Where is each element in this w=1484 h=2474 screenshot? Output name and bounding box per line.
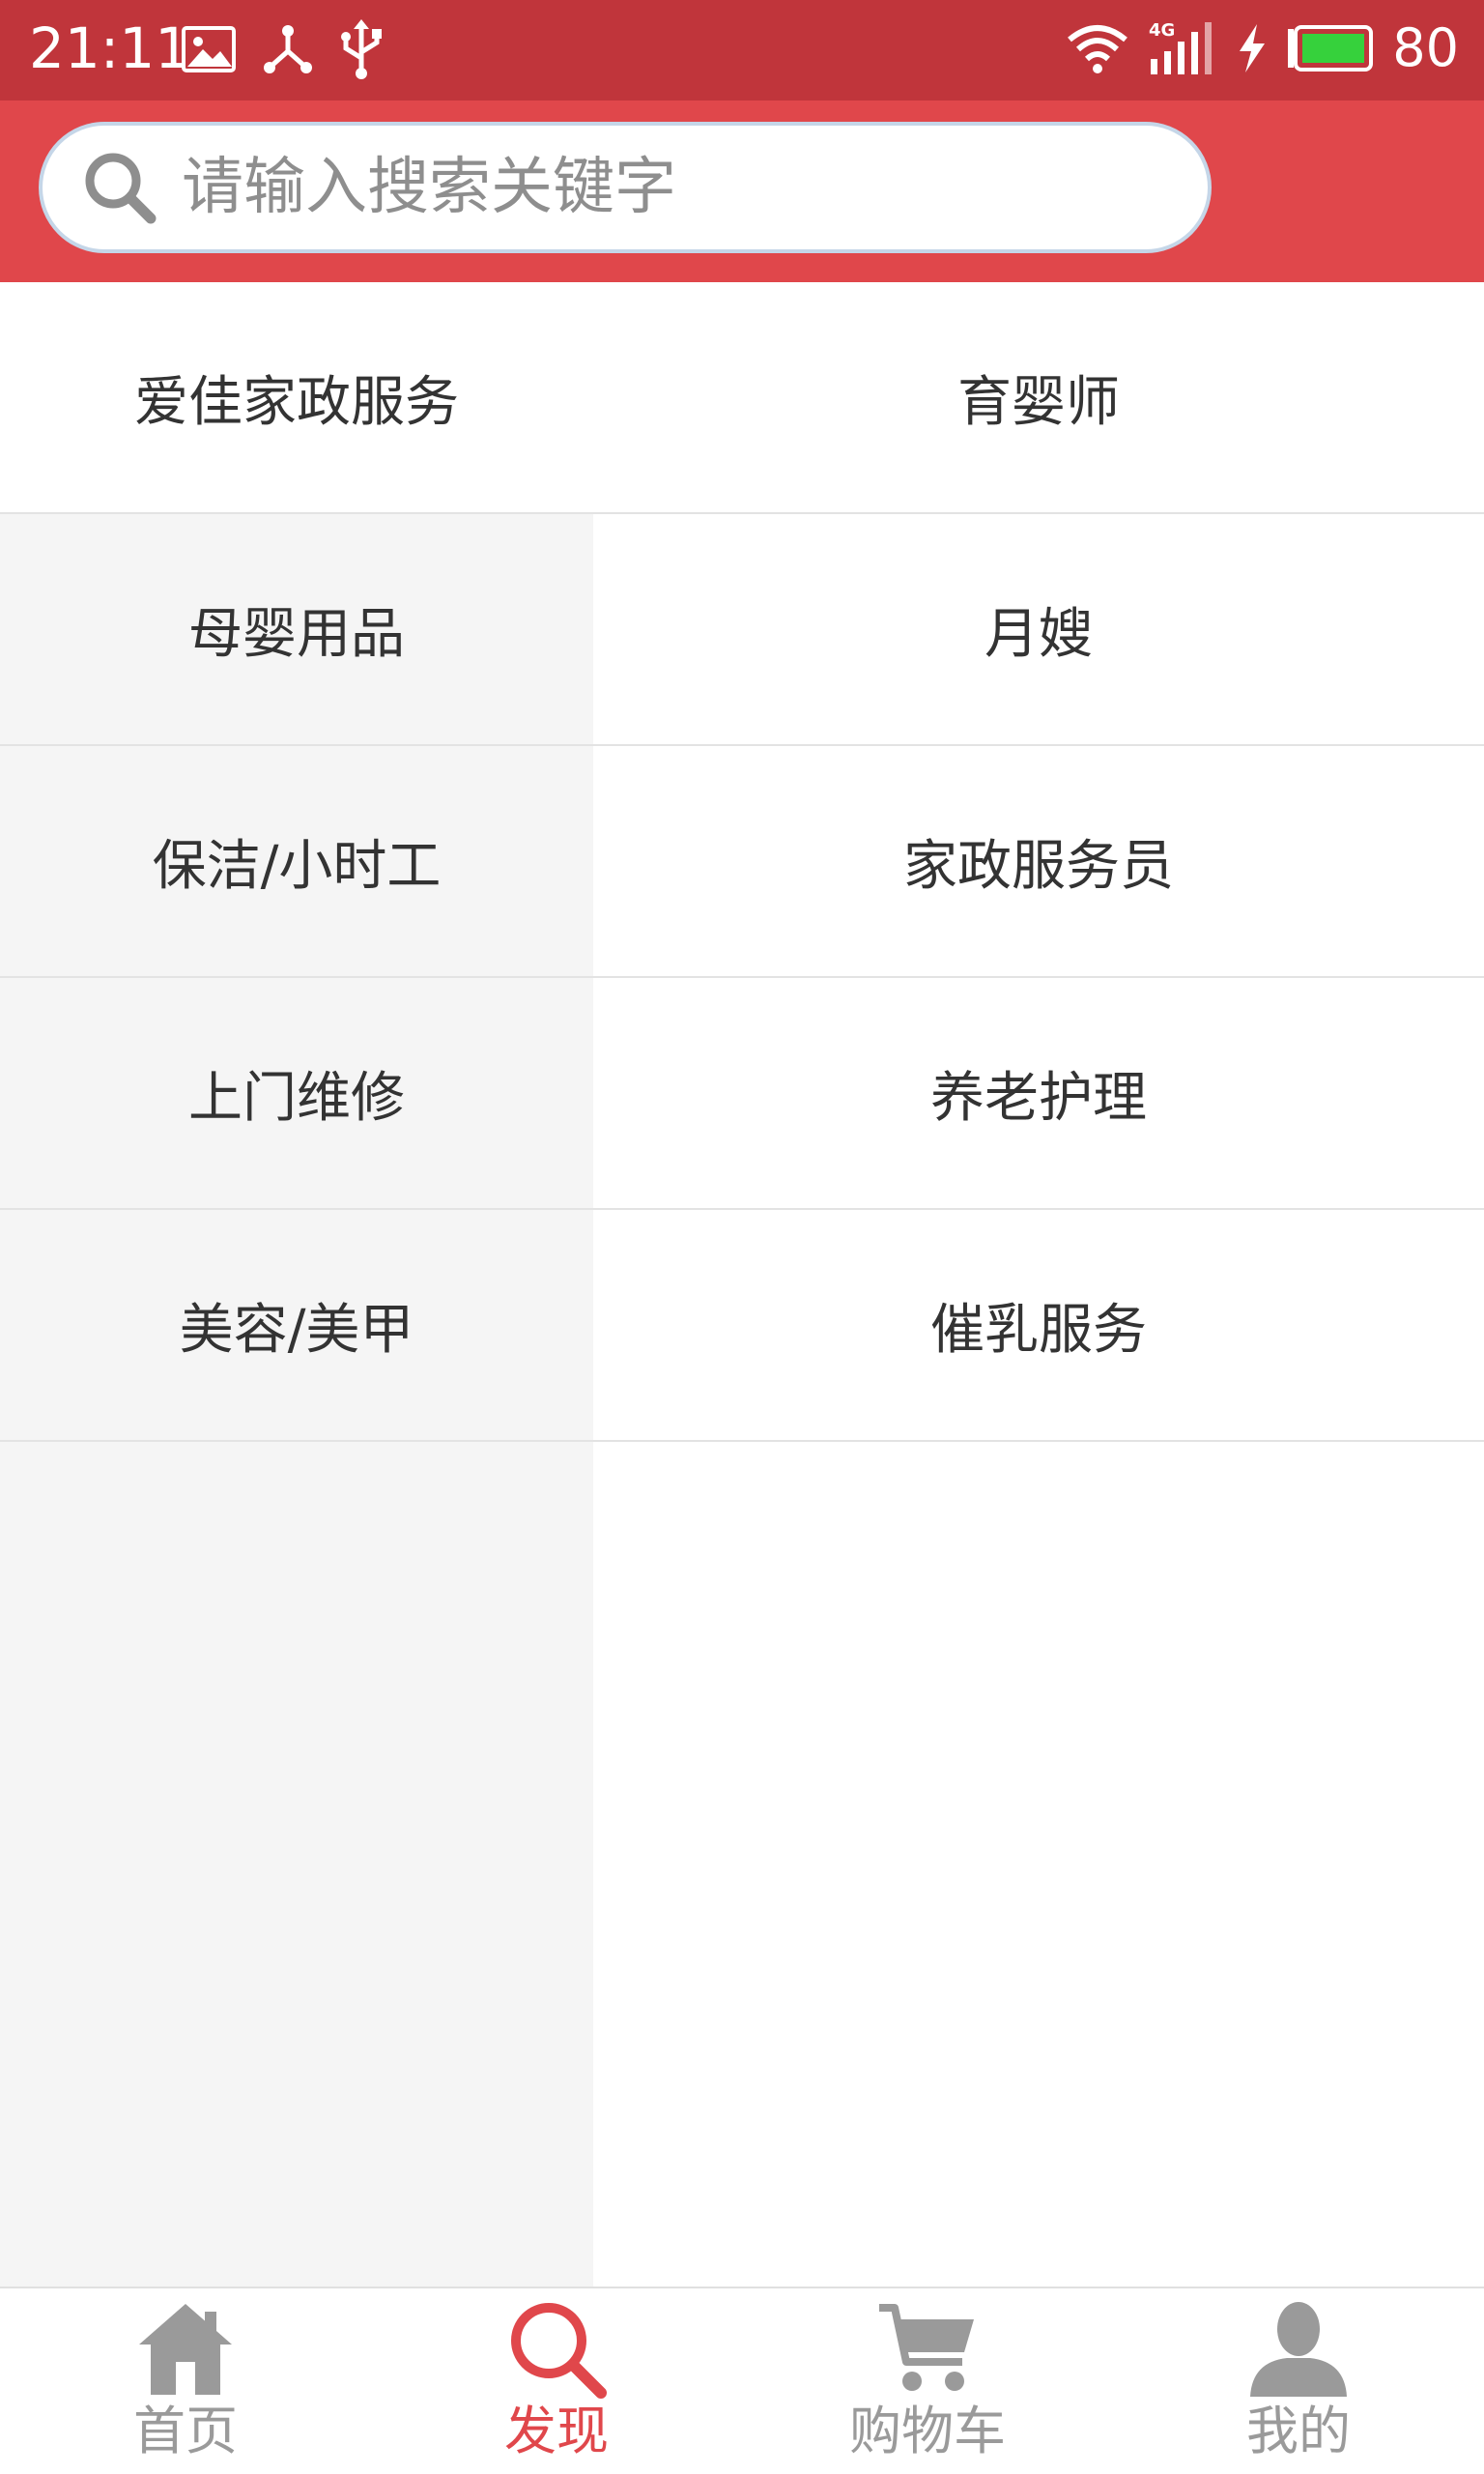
charging-icon <box>1240 24 1266 72</box>
category-item[interactable]: 美容/美甲 <box>0 1210 593 1440</box>
tab-label: 购物车 <box>849 2401 1006 2461</box>
status-bar: 21:11 4G 80 <box>0 0 1484 101</box>
home-icon <box>139 2304 232 2395</box>
category-item[interactable]: 母婴用品 <box>0 514 593 744</box>
search-icon <box>85 153 157 224</box>
search-header <box>0 101 1484 282</box>
status-time: 21:11 <box>29 15 191 81</box>
usb-icon <box>341 19 382 79</box>
svg-text:4G: 4G <box>1149 20 1175 41</box>
bottom-tab-bar: 首页 发现 购物车 我的 <box>0 2287 1484 2474</box>
status-left-icons <box>182 19 383 79</box>
search-box[interactable] <box>39 122 1212 253</box>
category-item[interactable]: 爱佳家政服务 <box>0 282 593 512</box>
category-item[interactable]: 上门维修 <box>0 978 593 1208</box>
category-item[interactable]: 保洁/小时工 <box>0 746 593 976</box>
tab-label: 发现 <box>504 2401 609 2461</box>
tab-label: 首页 <box>133 2401 238 2461</box>
category-row: 美容/美甲 催乳服务 <box>0 1210 1484 1442</box>
category-row: 保洁/小时工 家政服务员 <box>0 746 1484 978</box>
tab-label: 我的 <box>1246 2401 1351 2461</box>
category-row: 上门维修 养老护理 <box>0 978 1484 1210</box>
cart-icon <box>879 2304 974 2391</box>
tab-mine[interactable]: 我的 <box>1113 2288 1484 2474</box>
search-icon <box>511 2303 607 2399</box>
wifi-icon <box>1068 25 1128 73</box>
battery-level: 80 <box>1392 17 1459 78</box>
user-icon <box>1250 2302 1347 2397</box>
status-right-icons: 4G 80 <box>1066 14 1459 83</box>
tab-discover[interactable]: 发现 <box>371 2288 742 2474</box>
category-list: 爱佳家政服务 育婴师 母婴用品 月嫂 保洁/小时工 家政服务员 上门维修 养老护… <box>0 282 1484 2287</box>
signal-icon: 4G <box>1149 20 1213 74</box>
category-row: 爱佳家政服务 育婴师 <box>0 282 1484 514</box>
share-icon <box>264 25 312 73</box>
search-input[interactable] <box>180 139 1146 236</box>
image-icon <box>182 26 236 72</box>
category-row: 母婴用品 月嫂 <box>0 514 1484 746</box>
category-item[interactable]: 养老护理 <box>593 978 1484 1208</box>
category-item[interactable]: 家政服务员 <box>593 746 1484 976</box>
category-item[interactable]: 催乳服务 <box>593 1210 1484 1440</box>
category-item[interactable]: 育婴师 <box>593 282 1484 512</box>
category-item[interactable]: 月嫂 <box>593 514 1484 744</box>
tab-home[interactable]: 首页 <box>0 2288 371 2474</box>
battery-icon <box>1288 25 1374 72</box>
tab-cart[interactable]: 购物车 <box>742 2288 1113 2474</box>
